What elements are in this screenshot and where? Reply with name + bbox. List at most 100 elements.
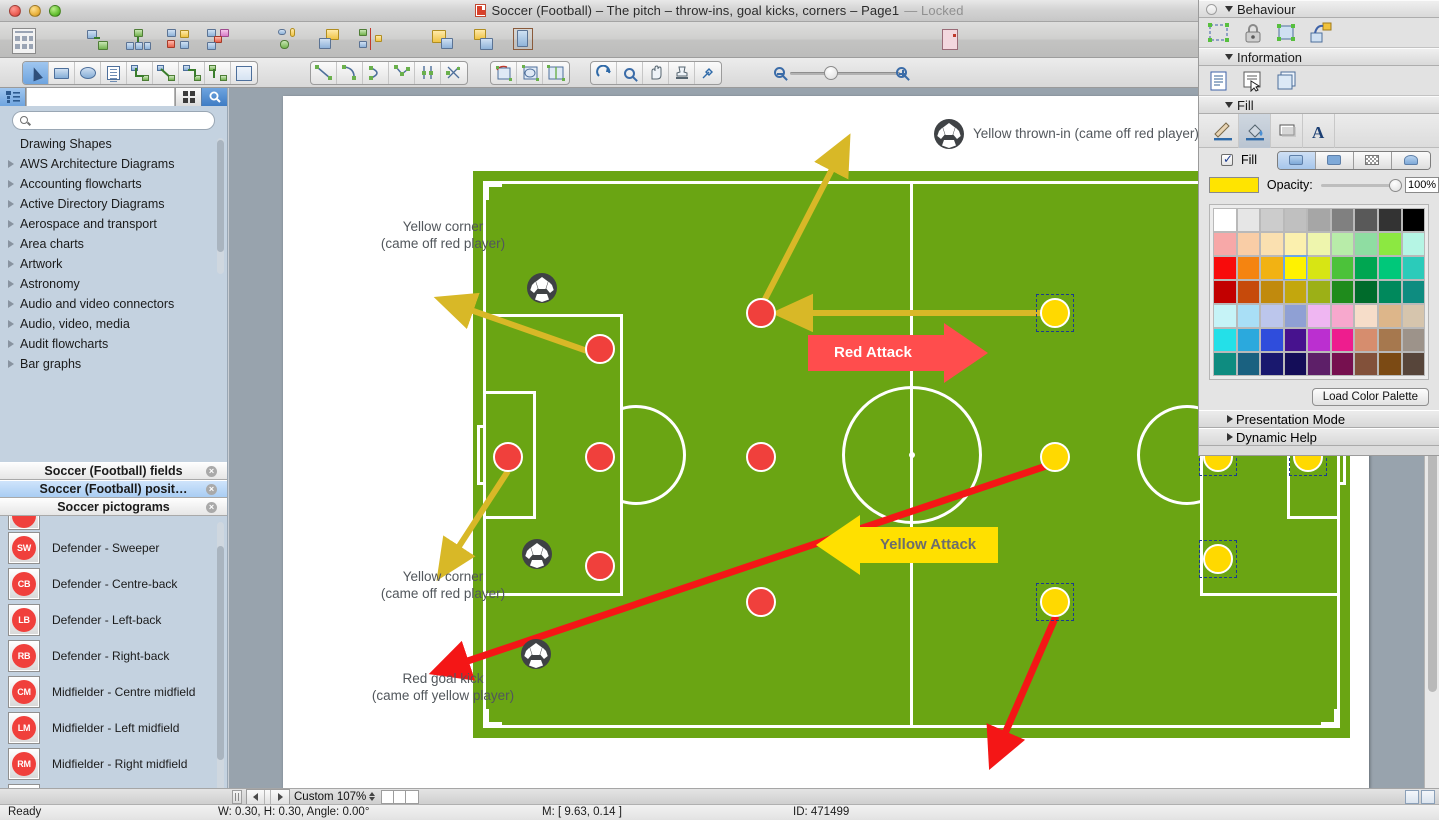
- fill-checkbox[interactable]: [1221, 152, 1233, 166]
- player-red[interactable]: [746, 587, 776, 617]
- close-icon[interactable]: ×: [206, 465, 217, 477]
- palette-swatch[interactable]: [1213, 208, 1237, 232]
- palette-swatch[interactable]: [1283, 208, 1308, 232]
- color-palette-grid[interactable]: [1209, 204, 1429, 380]
- curve-tool-button[interactable]: [337, 62, 363, 84]
- stamp-tool-button[interactable]: [669, 62, 695, 84]
- scale-shape-button[interactable]: [517, 62, 543, 84]
- palette-swatch[interactable]: [1401, 304, 1426, 328]
- palette-swatch[interactable]: [1330, 280, 1355, 304]
- selection-frame-icon[interactable]: [1207, 22, 1231, 44]
- palette-swatch[interactable]: [1213, 328, 1237, 352]
- palette-swatch[interactable]: [1377, 232, 1402, 256]
- connector-behaviour-icon[interactable]: [1309, 22, 1333, 44]
- palette-swatch[interactable]: [1354, 256, 1378, 280]
- palette-swatch[interactable]: [1236, 232, 1261, 256]
- tree-item[interactable]: Audio and video connectors: [0, 294, 227, 314]
- palette-swatch[interactable]: [1377, 304, 1402, 328]
- scissors-tool-button[interactable]: [441, 62, 467, 84]
- tree-item[interactable]: AWS Architecture Diagrams: [0, 154, 227, 174]
- image-fill-button[interactable]: [1391, 151, 1430, 169]
- palette-swatch[interactable]: [1330, 304, 1355, 328]
- hand-tool-button[interactable]: [643, 62, 669, 84]
- palette-swatch[interactable]: [1377, 256, 1402, 280]
- player-yellow[interactable]: [1040, 442, 1070, 472]
- palette-swatch[interactable]: [1401, 352, 1426, 376]
- tree-scrollbar[interactable]: [217, 138, 224, 274]
- selection-handles[interactable]: [1036, 294, 1074, 332]
- palette-swatch[interactable]: [1330, 328, 1355, 352]
- shape-list-item[interactable]: LM Midfielder - Left midfield: [0, 710, 227, 746]
- tree-connector-button[interactable]: [205, 62, 231, 84]
- direct-connector-button[interactable]: [153, 62, 179, 84]
- group-objects-icon[interactable]: [512, 28, 538, 52]
- shape-thumbnail[interactable]: CB: [8, 568, 40, 600]
- palette-swatch[interactable]: [1236, 352, 1261, 376]
- fill-bucket-tab-button[interactable]: [1239, 113, 1271, 148]
- player-red[interactable]: [585, 334, 615, 364]
- palette-swatch[interactable]: [1354, 208, 1378, 232]
- zoom-in-icon[interactable]: [896, 67, 907, 78]
- close-icon[interactable]: ×: [206, 501, 217, 513]
- align-distribute-icon[interactable]: [278, 28, 304, 52]
- previous-page-button[interactable]: [247, 789, 265, 804]
- player-red[interactable]: [585, 551, 615, 581]
- section-header-behaviour[interactable]: Behaviour: [1199, 0, 1439, 18]
- tree-item[interactable]: Area charts: [0, 234, 227, 254]
- palette-swatch[interactable]: [1354, 280, 1378, 304]
- search-toggle-button[interactable]: [201, 87, 227, 106]
- page-bar-grip[interactable]: [232, 789, 242, 804]
- section-header-fill[interactable]: Fill: [1199, 96, 1439, 114]
- palette-swatch[interactable]: [1283, 280, 1308, 304]
- section-header-presentation-mode[interactable]: Presentation Mode: [1199, 410, 1439, 428]
- bring-front-icon[interactable]: [432, 28, 458, 52]
- shape-list-item[interactable]: [0, 516, 227, 530]
- selection-handles[interactable]: [1199, 540, 1237, 578]
- load-color-palette-button[interactable]: Load Color Palette: [1311, 388, 1429, 406]
- palette-swatch[interactable]: [1330, 352, 1355, 376]
- eyedropper-tool-button[interactable]: [695, 62, 721, 84]
- group-shape-button[interactable]: [543, 62, 569, 84]
- next-page-button[interactable]: [271, 790, 289, 804]
- palette-swatch[interactable]: [1307, 280, 1331, 304]
- view-mode-buttons[interactable]: [381, 789, 420, 804]
- zoom-level-control[interactable]: Custom 107%: [294, 790, 376, 804]
- shape-list-item[interactable]: CB Defender - Centre-back: [0, 566, 227, 602]
- chevron-right-icon[interactable]: [8, 280, 14, 288]
- opacity-slider[interactable]: [1320, 178, 1403, 192]
- chevron-right-icon[interactable]: [8, 180, 14, 188]
- shape-thumbnail[interactable]: LM: [8, 712, 40, 744]
- rapid-draw-icon[interactable]: [12, 28, 36, 54]
- solid-fill-button[interactable]: [1315, 151, 1354, 169]
- close-icon[interactable]: ×: [206, 483, 217, 495]
- rotate-view-button[interactable]: [591, 62, 617, 84]
- palette-swatch[interactable]: [1354, 328, 1378, 352]
- palette-swatch[interactable]: [1260, 208, 1284, 232]
- opacity-value[interactable]: 100%: [1405, 177, 1439, 193]
- palette-swatch[interactable]: [1401, 208, 1426, 232]
- pen-tab-button[interactable]: [1207, 113, 1239, 148]
- tree-item[interactable]: Accounting flowcharts: [0, 174, 227, 194]
- polyline-tool-button[interactable]: [415, 62, 441, 84]
- shape-thumbnail[interactable]: RB: [8, 640, 40, 672]
- library-header[interactable]: Soccer pictograms ×: [0, 498, 227, 516]
- palette-swatch[interactable]: [1236, 304, 1261, 328]
- tree-item[interactable]: Audio, video, media: [0, 314, 227, 334]
- mindmap-layout-icon[interactable]: [166, 28, 192, 52]
- library-header[interactable]: Soccer (Football) fields ×: [0, 462, 227, 480]
- chevron-right-icon[interactable]: [8, 200, 14, 208]
- tree-item[interactable]: Drawing Shapes: [0, 134, 227, 154]
- palette-swatch[interactable]: [1282, 255, 1309, 281]
- chevron-right-icon[interactable]: [8, 240, 14, 248]
- zoom-out-icon[interactable]: [774, 67, 785, 78]
- tree-item[interactable]: Bar graphs: [0, 354, 227, 374]
- palette-swatch[interactable]: [1307, 304, 1331, 328]
- palette-swatch[interactable]: [1236, 280, 1261, 304]
- rectangle-tool-button[interactable]: [49, 62, 75, 84]
- panel-toggle-icon[interactable]: [1206, 3, 1217, 15]
- palette-swatch[interactable]: [1213, 256, 1237, 280]
- player-red[interactable]: [585, 442, 615, 472]
- palette-swatch[interactable]: [1283, 352, 1308, 376]
- palette-swatch[interactable]: [1307, 208, 1331, 232]
- shape-thumbnail[interactable]: SW: [8, 532, 40, 564]
